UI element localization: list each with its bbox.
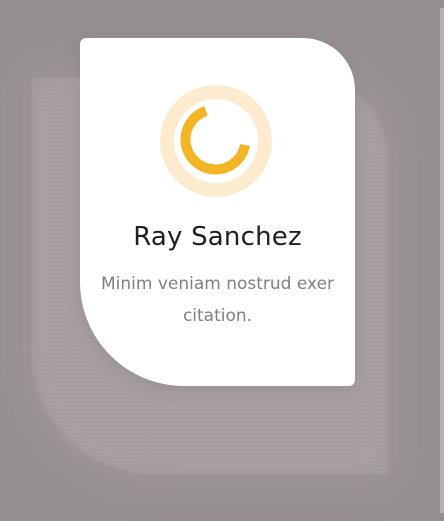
loading-ring-icon xyxy=(160,85,272,197)
canvas: Ray Sanchez Minim veniam nostrud exer ci… xyxy=(0,0,444,521)
profile-bio: Minim veniam nostrud exer citation. xyxy=(100,274,335,326)
profile-card[interactable]: Ray Sanchez Minim veniam nostrud exer ci… xyxy=(80,38,355,386)
profile-name: Ray Sanchez xyxy=(133,222,302,252)
window-edge xyxy=(440,8,444,513)
avatar xyxy=(160,85,272,197)
